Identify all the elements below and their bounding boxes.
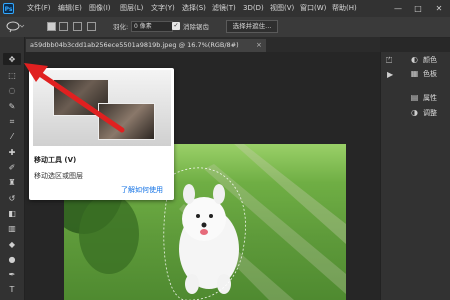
annotation-arrow-icon bbox=[24, 63, 125, 133]
